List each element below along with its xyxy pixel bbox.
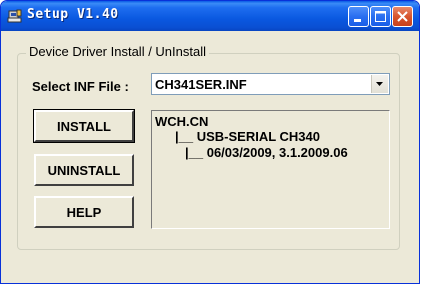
driver-info-panel: WCH.CN |__ USB-SERIAL CH340 |__ 06/03/20…	[151, 110, 390, 229]
close-icon	[397, 11, 408, 22]
minimize-icon	[354, 19, 361, 22]
inf-file-select[interactable]: CH341SER.INF	[151, 73, 390, 95]
maximize-icon	[375, 11, 386, 22]
maximize-button[interactable]	[370, 6, 391, 27]
dropdown-button[interactable]	[371, 75, 388, 93]
driver-version: |__ 06/03/2009, 3.1.2009.06	[185, 145, 348, 160]
title-bar[interactable]: Setup V1.40	[1, 1, 419, 31]
setup-app-icon	[7, 8, 23, 24]
inf-file-value: CH341SER.INF	[155, 77, 247, 92]
window-title: Setup V1.40	[27, 7, 119, 22]
close-button[interactable]	[392, 6, 413, 27]
inf-file-label: Select INF File :	[32, 79, 129, 94]
help-button[interactable]: HELP	[34, 196, 134, 228]
uninstall-button[interactable]: UNINSTALL	[34, 154, 134, 186]
minimize-button[interactable]	[348, 6, 369, 27]
driver-device: |__ USB-SERIAL CH340	[175, 129, 320, 144]
dropdown-arrow-icon	[376, 82, 383, 86]
install-button[interactable]: INSTALL	[33, 109, 135, 143]
groupbox-legend: Device Driver Install / UnInstall	[26, 44, 209, 59]
driver-vendor: WCH.CN	[155, 114, 209, 129]
